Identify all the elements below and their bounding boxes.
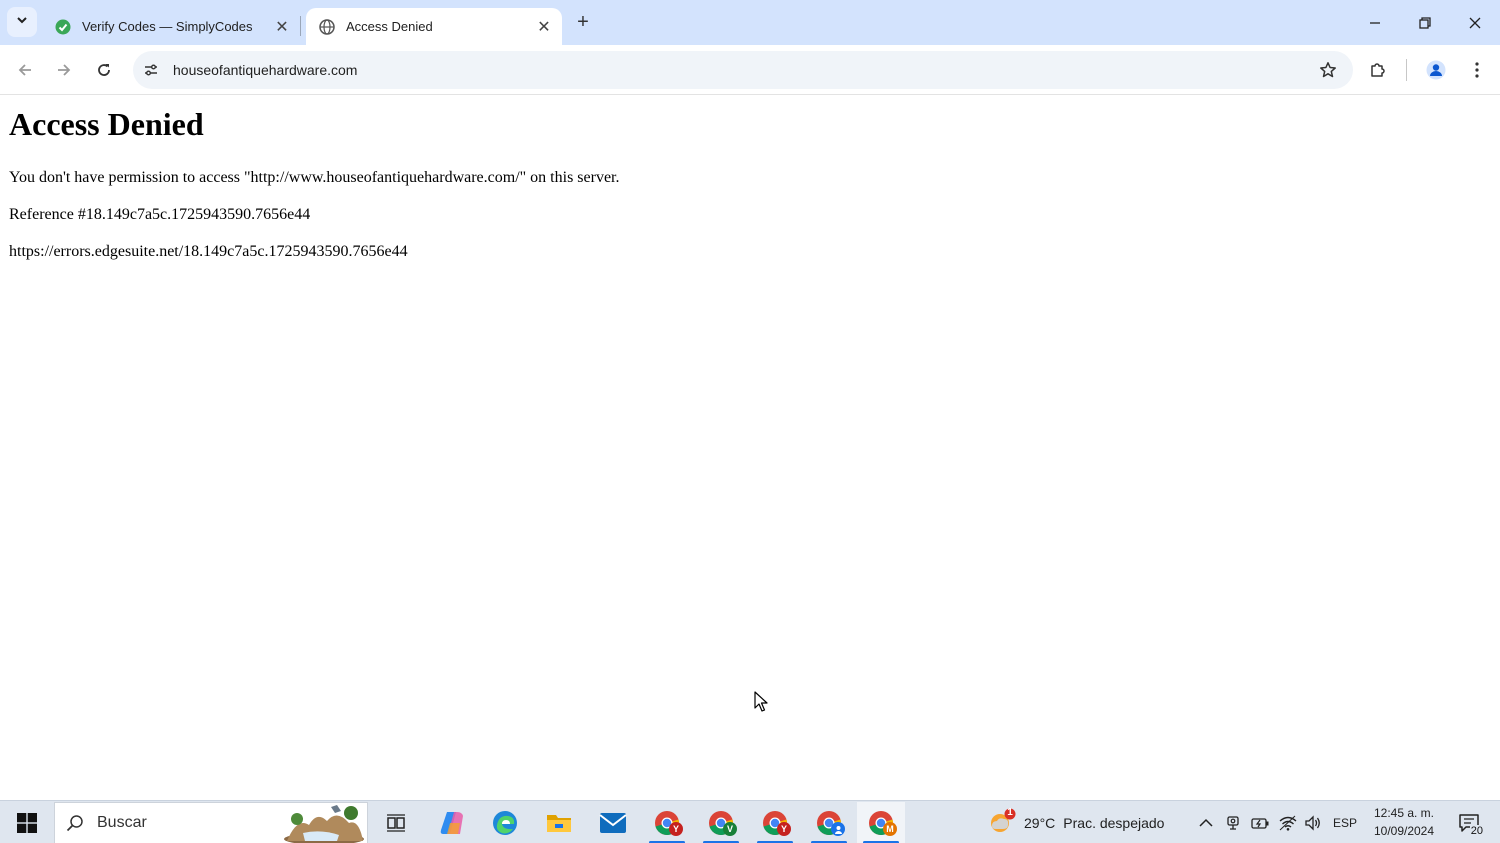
tray-volume-icon[interactable] (1302, 809, 1324, 837)
copilot-icon (440, 812, 463, 834)
profile-badge: V (723, 822, 737, 836)
clock-time: 12:45 a. m. (1373, 806, 1435, 820)
weather-alert-count: 1 (1007, 807, 1013, 818)
profile-badge: M (883, 822, 897, 836)
reload-icon (98, 64, 110, 76)
sun-cloud-icon: 1 (988, 807, 1018, 838)
address-bar[interactable]: houseofantiquehardware.com (133, 51, 1353, 89)
show-hidden-icons-button[interactable] (1196, 809, 1216, 837)
task-view-button[interactable] (372, 802, 420, 843)
taskbar-chrome-profile-5[interactable]: M (857, 802, 905, 843)
error-url: https://errors.edgesuite.net/18.149c7a5c… (9, 243, 408, 260)
profile-badge: Y (777, 822, 791, 836)
close-tab-icon[interactable]: ✕ (272, 17, 292, 37)
globe-icon (318, 18, 336, 36)
folder-icon (547, 815, 571, 832)
restore-button[interactable] (1400, 0, 1450, 45)
profile-person-badge-icon (831, 822, 845, 836)
search-icon (65, 813, 85, 833)
close-tab-icon[interactable]: ✕ (534, 17, 554, 37)
tray-wifi-icon[interactable] (1277, 809, 1299, 837)
windows-logo-icon (17, 813, 37, 833)
back-button[interactable] (10, 55, 40, 85)
profile-button[interactable] (1421, 55, 1451, 85)
simplycodes-favicon-icon (54, 18, 72, 36)
system-clock[interactable]: 12:45 a. m. 10/09/2024 (1364, 804, 1444, 840)
tab-simplycodes[interactable]: Verify Codes — SimplyCodes ✕ (42, 8, 300, 45)
arrow-left-icon (18, 64, 31, 76)
taskbar-chrome-profile-4[interactable] (805, 802, 853, 843)
url-text: houseofantiquehardware.com (173, 62, 358, 78)
notification-count: 20 (1469, 825, 1484, 837)
profile-badge: Y (669, 822, 683, 836)
tray-language[interactable]: ESP (1330, 809, 1360, 837)
close-icon (1469, 17, 1481, 28)
clock-date: 10/09/2024 (1373, 824, 1435, 838)
taskbar-file-explorer[interactable] (535, 802, 583, 843)
arrow-right-icon (58, 64, 71, 76)
minimize-button[interactable] (1350, 0, 1400, 45)
extensions-button[interactable] (1363, 55, 1393, 85)
kebab-menu-icon (1475, 62, 1479, 78)
tab-title: Access Denied (346, 19, 433, 34)
bookmark-star-icon[interactable] (1313, 55, 1343, 85)
menu-button[interactable] (1462, 55, 1492, 85)
start-button[interactable] (8, 805, 46, 841)
chevron-down-icon (16, 13, 28, 31)
tray-meet-icon[interactable] (1223, 809, 1243, 837)
person-icon (1426, 60, 1446, 80)
weather-widget[interactable]: 1 29°C Prac. despejado (988, 806, 1164, 840)
taskbar-mail[interactable] (589, 802, 637, 843)
weather-condition: Prac. despejado (1063, 815, 1165, 831)
close-window-button[interactable] (1450, 0, 1500, 45)
forward-button[interactable] (49, 55, 79, 85)
browser-toolbar: houseofantiquehardware.com (0, 45, 1500, 95)
taskbar-edge[interactable] (481, 802, 529, 843)
page-content: Access Denied You don't have permission … (0, 96, 1500, 800)
task-view-icon (387, 814, 405, 832)
weather-temperature: 29°C (1024, 815, 1056, 831)
new-tab-button[interactable]: + (570, 9, 596, 35)
tab-search-button[interactable] (7, 7, 37, 37)
plus-icon: + (577, 10, 589, 33)
search-highlight-illustration-icon (284, 805, 364, 843)
edge-icon (493, 811, 517, 835)
tab-strip: Verify Codes — SimplyCodes ✕ Access Deni… (0, 0, 1500, 45)
search-placeholder: Buscar (97, 814, 147, 831)
reference-number: Reference #18.149c7a5c.1725943590.7656e4… (9, 206, 311, 223)
toolbar-divider (1406, 59, 1407, 81)
taskbar: Buscar Y V Y M 1 29°C Prac. despejado ES… (0, 800, 1500, 843)
notification-center-button[interactable]: 20 (1452, 807, 1486, 839)
mouse-cursor-icon (754, 691, 768, 712)
reload-button[interactable] (89, 55, 119, 85)
error-message: You don't have permission to access "htt… (9, 169, 620, 186)
chevron-up-icon (1199, 818, 1213, 827)
taskbar-search[interactable]: Buscar (54, 802, 368, 843)
taskbar-copilot[interactable] (428, 802, 476, 843)
taskbar-chrome-profile-2[interactable]: V (697, 802, 745, 843)
taskbar-chrome-profile-1[interactable]: Y (643, 802, 691, 843)
mail-icon (599, 813, 627, 833)
minimize-icon (1370, 21, 1380, 24)
tab-separator (300, 16, 301, 36)
taskbar-chrome-profile-3[interactable]: Y (751, 802, 799, 843)
tab-title: Verify Codes — SimplyCodes (82, 19, 253, 34)
restore-icon (1419, 16, 1431, 29)
puzzle-icon (1371, 63, 1385, 77)
site-settings-icon[interactable] (138, 57, 164, 83)
tray-battery-icon[interactable] (1249, 809, 1271, 837)
page-title: Access Denied (9, 106, 204, 142)
tab-access-denied[interactable]: Access Denied ✕ (306, 8, 562, 45)
